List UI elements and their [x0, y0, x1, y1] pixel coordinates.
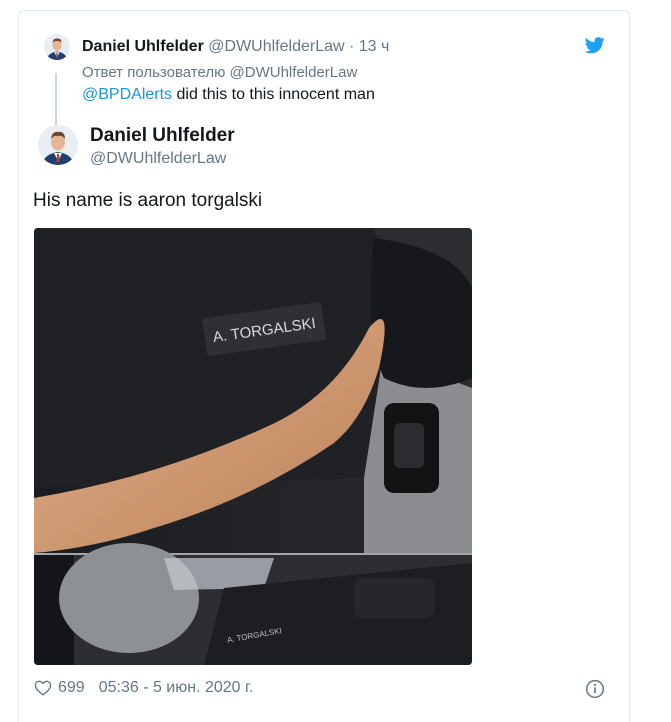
info-icon[interactable] [585, 679, 605, 699]
parent-author-avatar[interactable] [44, 34, 70, 60]
tweet-timestamp[interactable]: 05:36 - 5 июн. 2020 г. [99, 679, 254, 697]
header-separator: · [349, 38, 355, 55]
main-tweet-text: His name is aaron torgalski [33, 190, 263, 211]
thread-connector-line [55, 73, 57, 125]
parent-author-name[interactable]: Daniel Uhlfelder [82, 38, 204, 55]
mention-link[interactable]: @BPDAlerts [82, 86, 172, 103]
main-author-name[interactable]: Daniel Uhlfelder [90, 125, 235, 147]
heart-icon[interactable] [34, 680, 52, 696]
tweet-footer: 699 05:36 - 5 июн. 2020 г. [34, 679, 253, 697]
embedded-tweet-card: Daniel Uhlfelder @DWUhlfelderLaw · 13 ч … [18, 10, 630, 722]
parent-author-handle[interactable]: @DWUhlfelderLaw [208, 38, 344, 55]
parent-tweet-body: did this to this innocent man [176, 86, 375, 103]
parent-tweet-header: Daniel Uhlfelder @DWUhlfelderLaw · 13 ч [82, 38, 389, 56]
reply-to-handle[interactable]: @DWUhlfelderLaw [230, 64, 358, 81]
like-count[interactable]: 699 [58, 679, 85, 697]
parent-tweet-text: @BPDAlerts did this to this innocent man [82, 86, 375, 104]
reply-to-prefix: Ответ пользователю [82, 64, 226, 81]
reply-context: Ответ пользователю @DWUhlfelderLaw [82, 64, 357, 81]
tweet-media-image[interactable]: A. TORGALSKI A. TORGALSKI [34, 228, 472, 665]
main-author-avatar[interactable] [38, 125, 78, 165]
main-author-handle[interactable]: @DWUhlfelderLaw [90, 150, 226, 168]
twitter-bird-icon[interactable] [585, 37, 605, 54]
parent-tweet-time[interactable]: 13 ч [359, 38, 390, 55]
